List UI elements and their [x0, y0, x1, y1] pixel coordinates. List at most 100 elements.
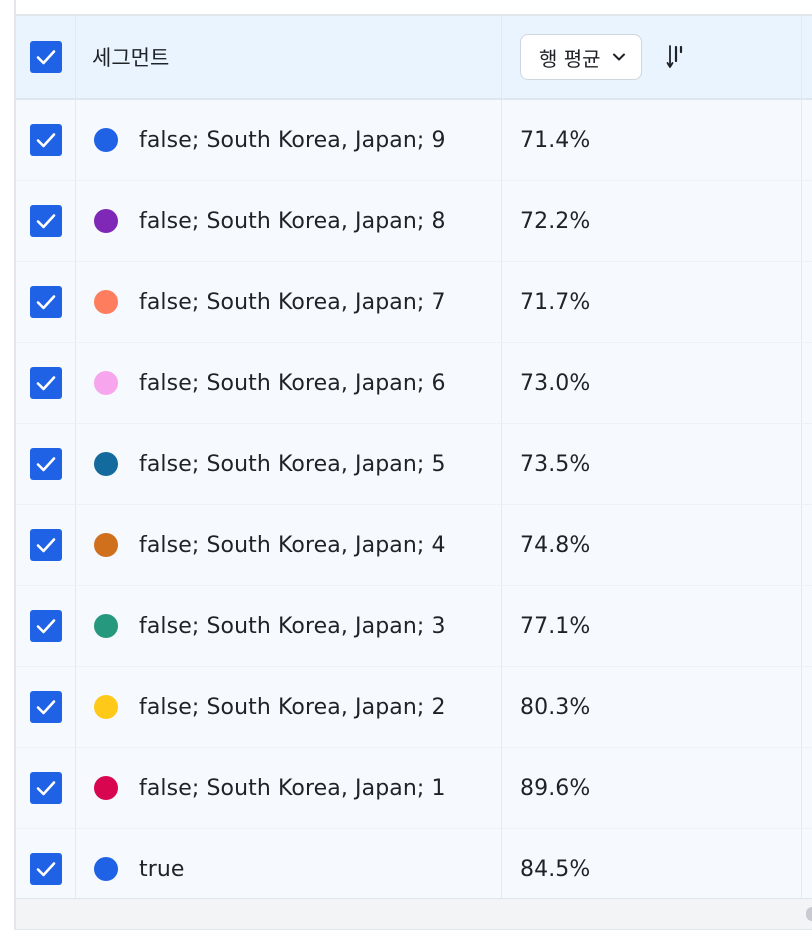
- segment-label: true: [139, 856, 185, 882]
- table-row: false; South Korea, Japan; 4 74.8%: [16, 505, 812, 586]
- row-checkbox-cell: [16, 343, 76, 423]
- segment-color-dot: [94, 533, 118, 557]
- value-cell: 77.1%: [502, 586, 802, 666]
- chevron-down-icon: [612, 53, 625, 61]
- check-icon: [36, 781, 55, 796]
- segment-label: false; South Korea, Japan; 8: [139, 208, 446, 234]
- row-average-value: 71.7%: [520, 289, 591, 315]
- header-checkbox-cell: [16, 16, 76, 98]
- sort-button[interactable]: [666, 43, 686, 71]
- row-tail-cell: [802, 667, 812, 747]
- segment-color-dot: [94, 128, 118, 152]
- segment-cell: false; South Korea, Japan; 5: [76, 424, 502, 504]
- row-average-value: 80.3%: [520, 694, 591, 720]
- select-all-checkbox[interactable]: [29, 41, 62, 73]
- row-checkbox-cell: [16, 505, 76, 585]
- row-checkbox[interactable]: [29, 286, 62, 318]
- row-checkbox[interactable]: [29, 124, 62, 156]
- row-checkbox-cell: [16, 667, 76, 747]
- row-average-value: 89.6%: [520, 775, 591, 801]
- row-tail-cell: [802, 262, 812, 342]
- table-row: false; South Korea, Japan; 1 89.6%: [16, 748, 812, 829]
- table-body: false; South Korea, Japan; 9 71.4% false; …: [16, 100, 812, 910]
- row-average-value: 73.5%: [520, 451, 591, 477]
- segment-cell: false; South Korea, Japan; 6: [76, 343, 502, 423]
- table-row: false; South Korea, Japan; 8 72.2%: [16, 181, 812, 262]
- row-tail-cell: [802, 748, 812, 828]
- segment-label: false; South Korea, Japan; 9: [139, 127, 446, 153]
- segment-column-header: 세그먼트: [76, 16, 502, 98]
- table-row: false; South Korea, Japan; 3 77.1%: [16, 586, 812, 667]
- row-tail-cell: [802, 424, 812, 504]
- check-icon: [36, 295, 55, 310]
- row-average-value: 73.0%: [520, 370, 591, 396]
- value-cell: 71.4%: [502, 100, 802, 180]
- segment-color-dot: [94, 371, 118, 395]
- segment-cell: false; South Korea, Japan; 2: [76, 667, 502, 747]
- segment-label: false; South Korea, Japan; 6: [139, 370, 446, 396]
- row-checkbox[interactable]: [29, 691, 62, 723]
- value-cell: 71.7%: [502, 262, 802, 342]
- segment-cell: false; South Korea, Japan; 3: [76, 586, 502, 666]
- segment-color-dot: [94, 209, 118, 233]
- segment-cell: false; South Korea, Japan; 9: [76, 100, 502, 180]
- segment-cell: true: [76, 829, 502, 909]
- row-average-value: 77.1%: [520, 613, 591, 639]
- check-icon: [36, 862, 55, 877]
- segment-label: false; South Korea, Japan; 5: [139, 451, 446, 477]
- segment-cell: false; South Korea, Japan; 8: [76, 181, 502, 261]
- check-icon: [36, 538, 55, 553]
- value-cell: 74.8%: [502, 505, 802, 585]
- scrollbar-thumb[interactable]: [806, 907, 812, 921]
- header-tail-cell: [802, 16, 812, 98]
- row-checkbox[interactable]: [29, 772, 62, 804]
- row-checkbox[interactable]: [29, 205, 62, 237]
- row-checkbox-cell: [16, 586, 76, 666]
- table-row: false; South Korea, Japan; 2 80.3%: [16, 667, 812, 748]
- value-cell: 80.3%: [502, 667, 802, 747]
- segment-cell: false; South Korea, Japan; 4: [76, 505, 502, 585]
- table-row: false; South Korea, Japan; 7 71.7%: [16, 262, 812, 343]
- segment-label: false; South Korea, Japan; 7: [139, 289, 446, 315]
- segment-table: 세그먼트 행 평균 false; South Korea, Japan; 9 7…: [16, 16, 812, 910]
- row-average-value: 72.2%: [520, 208, 591, 234]
- segment-color-dot: [94, 857, 118, 881]
- segment-table-panel: 세그먼트 행 평균 false; South Korea, Japan; 9 7…: [14, 0, 812, 930]
- segment-color-dot: [94, 614, 118, 638]
- value-cell: 73.0%: [502, 343, 802, 423]
- check-icon: [36, 376, 55, 391]
- table-row: false; South Korea, Japan; 6 73.0%: [16, 343, 812, 424]
- segment-cell: false; South Korea, Japan; 7: [76, 262, 502, 342]
- row-checkbox[interactable]: [29, 367, 62, 399]
- row-tail-cell: [802, 829, 812, 909]
- row-checkbox[interactable]: [29, 853, 62, 885]
- row-checkbox[interactable]: [29, 610, 62, 642]
- row-checkbox-cell: [16, 100, 76, 180]
- row-average-value: 84.5%: [520, 856, 591, 882]
- segment-header-label: 세그먼트: [92, 46, 170, 70]
- row-average-value: 71.4%: [520, 127, 591, 153]
- check-icon: [36, 214, 55, 229]
- check-icon: [36, 619, 55, 634]
- row-checkbox-cell: [16, 424, 76, 504]
- check-icon: [36, 50, 55, 65]
- segment-label: false; South Korea, Japan; 2: [139, 694, 446, 720]
- check-icon: [36, 700, 55, 715]
- row-checkbox-cell: [16, 262, 76, 342]
- aggregation-dropdown[interactable]: 행 평균: [520, 34, 642, 80]
- table-row: false; South Korea, Japan; 9 71.4%: [16, 100, 812, 181]
- segment-color-dot: [94, 695, 118, 719]
- row-checkbox[interactable]: [29, 448, 62, 480]
- segment-color-dot: [94, 452, 118, 476]
- segment-color-dot: [94, 290, 118, 314]
- check-icon: [36, 133, 55, 148]
- value-cell: 72.2%: [502, 181, 802, 261]
- value-column-header: 행 평균: [502, 16, 802, 98]
- row-tail-cell: [802, 505, 812, 585]
- table-footer-scrollbar[interactable]: [16, 898, 812, 929]
- value-cell: 84.5%: [502, 829, 802, 909]
- segment-cell: false; South Korea, Japan; 1: [76, 748, 502, 828]
- row-checkbox[interactable]: [29, 529, 62, 561]
- row-checkbox-cell: [16, 829, 76, 909]
- row-tail-cell: [802, 343, 812, 423]
